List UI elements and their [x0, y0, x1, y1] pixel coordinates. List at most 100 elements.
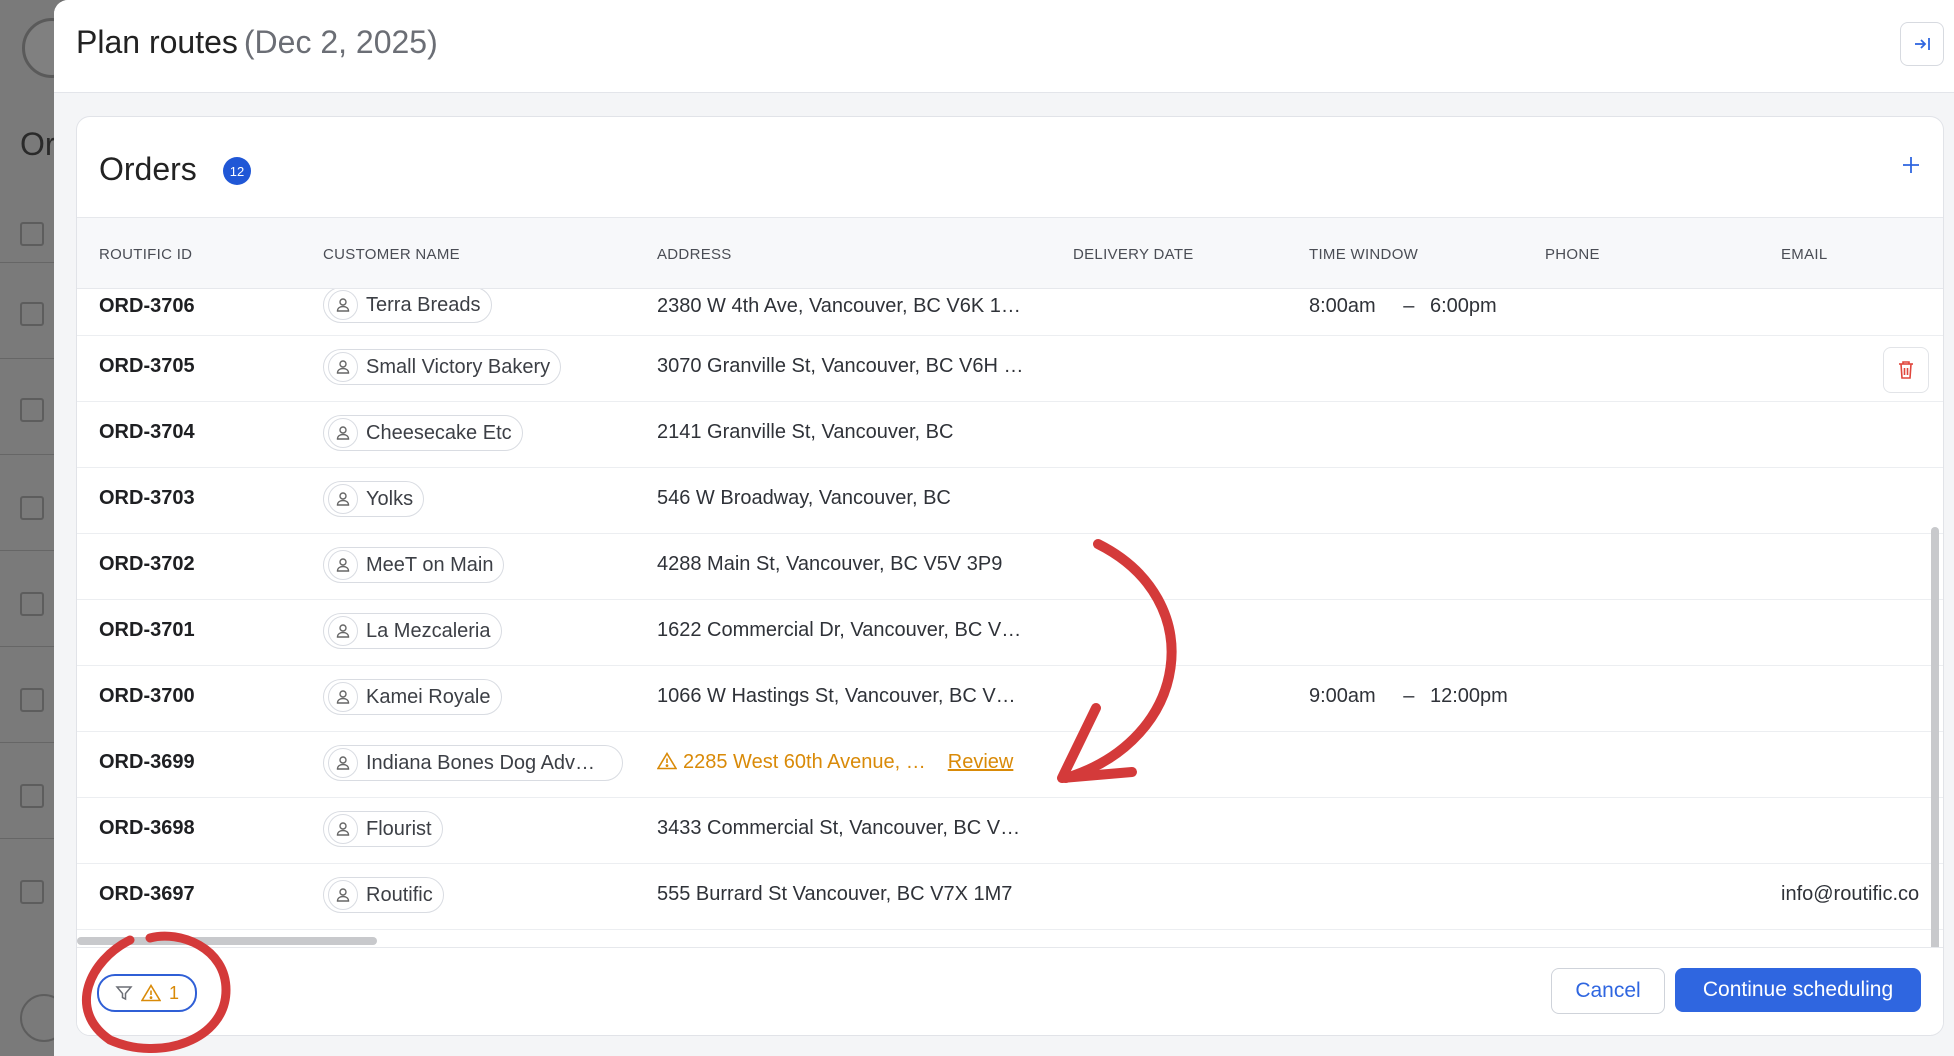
table-row[interactable]: ORD-3706 Terra Breads 2380 W 4th Ave, Va… — [77, 289, 1943, 336]
customer-name: MeeT on Main — [366, 553, 494, 576]
order-id: ORD-3703 — [99, 487, 195, 509]
customer-name: Terra Breads — [366, 293, 481, 316]
review-address-link[interactable]: Review — [948, 751, 1014, 773]
customer-chip[interactable]: Kamei Royale — [323, 679, 502, 715]
warning-icon — [140, 984, 161, 1002]
order-id: ORD-3698 — [99, 817, 195, 839]
address: 555 Burrard St Vancouver, BC V7X 1M7 — [657, 883, 1013, 905]
customer-chip[interactable]: Routific — [323, 877, 444, 913]
customer-chip[interactable]: Cheesecake Etc — [323, 415, 523, 451]
background-checkbox — [20, 302, 44, 326]
customer-name: Routific — [366, 883, 433, 906]
order-id: ORD-3704 — [99, 421, 195, 443]
modal-title: Plan routes (Dec 2, 2025) — [76, 24, 438, 61]
address: 2141 Granville St, Vancouver, BC — [657, 421, 954, 443]
table-row[interactable]: ORD-3700 Kamei Royale 1066 W Hastings St… — [77, 665, 1943, 732]
customer-chip[interactable]: Terra Breads — [323, 289, 492, 323]
column-header-email[interactable]: EMAIL — [1781, 246, 1828, 263]
table-row[interactable]: ORD-3703 Yolks 546 W Broadway, Vancouver… — [77, 467, 1943, 534]
order-id: ORD-3700 — [99, 685, 195, 707]
column-header-phone[interactable]: PHONE — [1545, 246, 1600, 263]
table-header: ROUTIFIC ID CUSTOMER NAME ADDRESS DELIVE… — [77, 218, 1943, 289]
person-icon — [328, 616, 358, 646]
customer-chip[interactable]: Small Victory Bakery — [323, 349, 562, 385]
address: 3070 Granville St, Vancouver, BC V6H … — [657, 355, 1024, 377]
person-icon — [328, 814, 358, 844]
customer-name: La Mezcaleria — [366, 619, 491, 642]
background-checkbox — [20, 496, 44, 520]
person-icon — [328, 352, 358, 382]
horizontal-scrollbar[interactable] — [77, 937, 377, 945]
background-row-divider — [0, 262, 60, 263]
order-id: ORD-3702 — [99, 553, 195, 575]
person-icon — [328, 682, 358, 712]
background-checkbox — [20, 398, 44, 422]
time-window-end: 6:00pm — [1429, 295, 1497, 317]
person-icon — [328, 748, 358, 778]
column-header-time-window[interactable]: TIME WINDOW — [1309, 246, 1418, 263]
continue-scheduling-button[interactable]: Continue scheduling — [1675, 968, 1921, 1012]
orders-card: Orders 12 ROUTIFIC ID CUSTOMER NAME ADDR… — [76, 116, 1944, 1036]
modal-header: Plan routes (Dec 2, 2025) — [54, 0, 1954, 93]
table-row[interactable]: ORD-3699 Indiana Bones Dog Adv… 2285 Wes… — [77, 731, 1943, 798]
background-row-divider — [0, 838, 60, 839]
cancel-button[interactable]: Cancel — [1551, 968, 1665, 1014]
collapse-panel-button[interactable] — [1900, 22, 1944, 66]
address: 2380 W 4th Ave, Vancouver, BC V6K 1… — [657, 295, 1021, 317]
address-warning: 2285 West 60th Avenue, … Review — [656, 751, 1014, 774]
email: info@routific.co — [1781, 883, 1920, 905]
time-window-separator: – — [1403, 295, 1415, 317]
time-window: 9:00am – 12:00pm — [1309, 685, 1508, 708]
address: 2285 West 60th Avenue, … — [683, 751, 926, 773]
person-icon — [328, 484, 358, 514]
address: 1622 Commercial Dr, Vancouver, BC V… — [657, 619, 1022, 641]
time-window: 8:00am – 6:00pm — [1309, 295, 1497, 318]
customer-chip[interactable]: La Mezcaleria — [323, 613, 502, 649]
plan-routes-modal: Plan routes (Dec 2, 2025) Orders 12 ROUTI… — [54, 0, 1954, 1056]
time-window-start: 9:00am — [1309, 685, 1376, 707]
warning-filter-button[interactable]: 1 — [97, 974, 197, 1012]
column-header-delivery-date[interactable]: DELIVERY DATE — [1073, 246, 1194, 263]
time-window-start: 8:00am — [1309, 295, 1376, 317]
customer-name: Kamei Royale — [366, 685, 491, 708]
warning-icon — [656, 751, 678, 770]
column-header-address[interactable]: ADDRESS — [657, 246, 732, 263]
table-row[interactable]: ORD-3702 MeeT on Main 4288 Main St, Vanc… — [77, 533, 1943, 600]
customer-name: Indiana Bones Dog Adv… — [366, 751, 596, 774]
table-row[interactable]: ORD-3698 Flourist 3433 Commercial St, Va… — [77, 797, 1943, 864]
column-header-customer-name[interactable]: CUSTOMER NAME — [323, 246, 460, 263]
address: 1066 W Hastings St, Vancouver, BC V… — [657, 685, 1016, 707]
address: 3433 Commercial St, Vancouver, BC V… — [657, 817, 1021, 839]
table-row[interactable]: ORD-3697 Routific 555 Burrard St Vancouv… — [77, 863, 1943, 930]
address: 546 W Broadway, Vancouver, BC — [657, 487, 951, 509]
customer-name: Flourist — [366, 817, 432, 840]
orders-title: Orders — [99, 151, 197, 187]
customer-chip[interactable]: Indiana Bones Dog Adv… — [323, 745, 623, 781]
background-checkbox — [20, 688, 44, 712]
customer-chip[interactable]: MeeT on Main — [323, 547, 505, 583]
orders-table-body: ORD-3706 Terra Breads 2380 W 4th Ave, Va… — [77, 289, 1943, 939]
order-id: ORD-3701 — [99, 619, 195, 641]
background-row-divider — [0, 358, 60, 359]
background-checkbox — [20, 222, 44, 246]
orders-card-footer: 1 Cancel Continue scheduling — [77, 947, 1943, 1035]
background-row-divider — [0, 454, 60, 455]
person-icon — [328, 550, 358, 580]
table-row[interactable]: ORD-3701 La Mezcaleria 1622 Commercial D… — [77, 599, 1943, 666]
table-row[interactable]: ORD-3705 Small Victory Bakery 3070 Granv… — [77, 335, 1943, 402]
background-title: Or — [20, 126, 56, 162]
person-icon — [328, 290, 358, 320]
delete-order-button[interactable] — [1883, 347, 1929, 393]
orders-count-badge: 12 — [223, 157, 251, 185]
background-row-divider — [0, 742, 60, 743]
table-row[interactable]: ORD-3704 Cheesecake Etc 2141 Granville S… — [77, 401, 1943, 468]
customer-chip[interactable]: Yolks — [323, 481, 425, 517]
customer-chip[interactable]: Flourist — [323, 811, 443, 847]
trash-icon — [1899, 361, 1913, 379]
person-icon — [328, 418, 358, 448]
column-header-routific-id[interactable]: ROUTIFIC ID — [99, 246, 192, 263]
add-order-button[interactable] — [1901, 147, 1921, 181]
time-window-separator: – — [1403, 685, 1415, 707]
order-id: ORD-3697 — [99, 883, 195, 905]
customer-name: Cheesecake Etc — [366, 421, 512, 444]
